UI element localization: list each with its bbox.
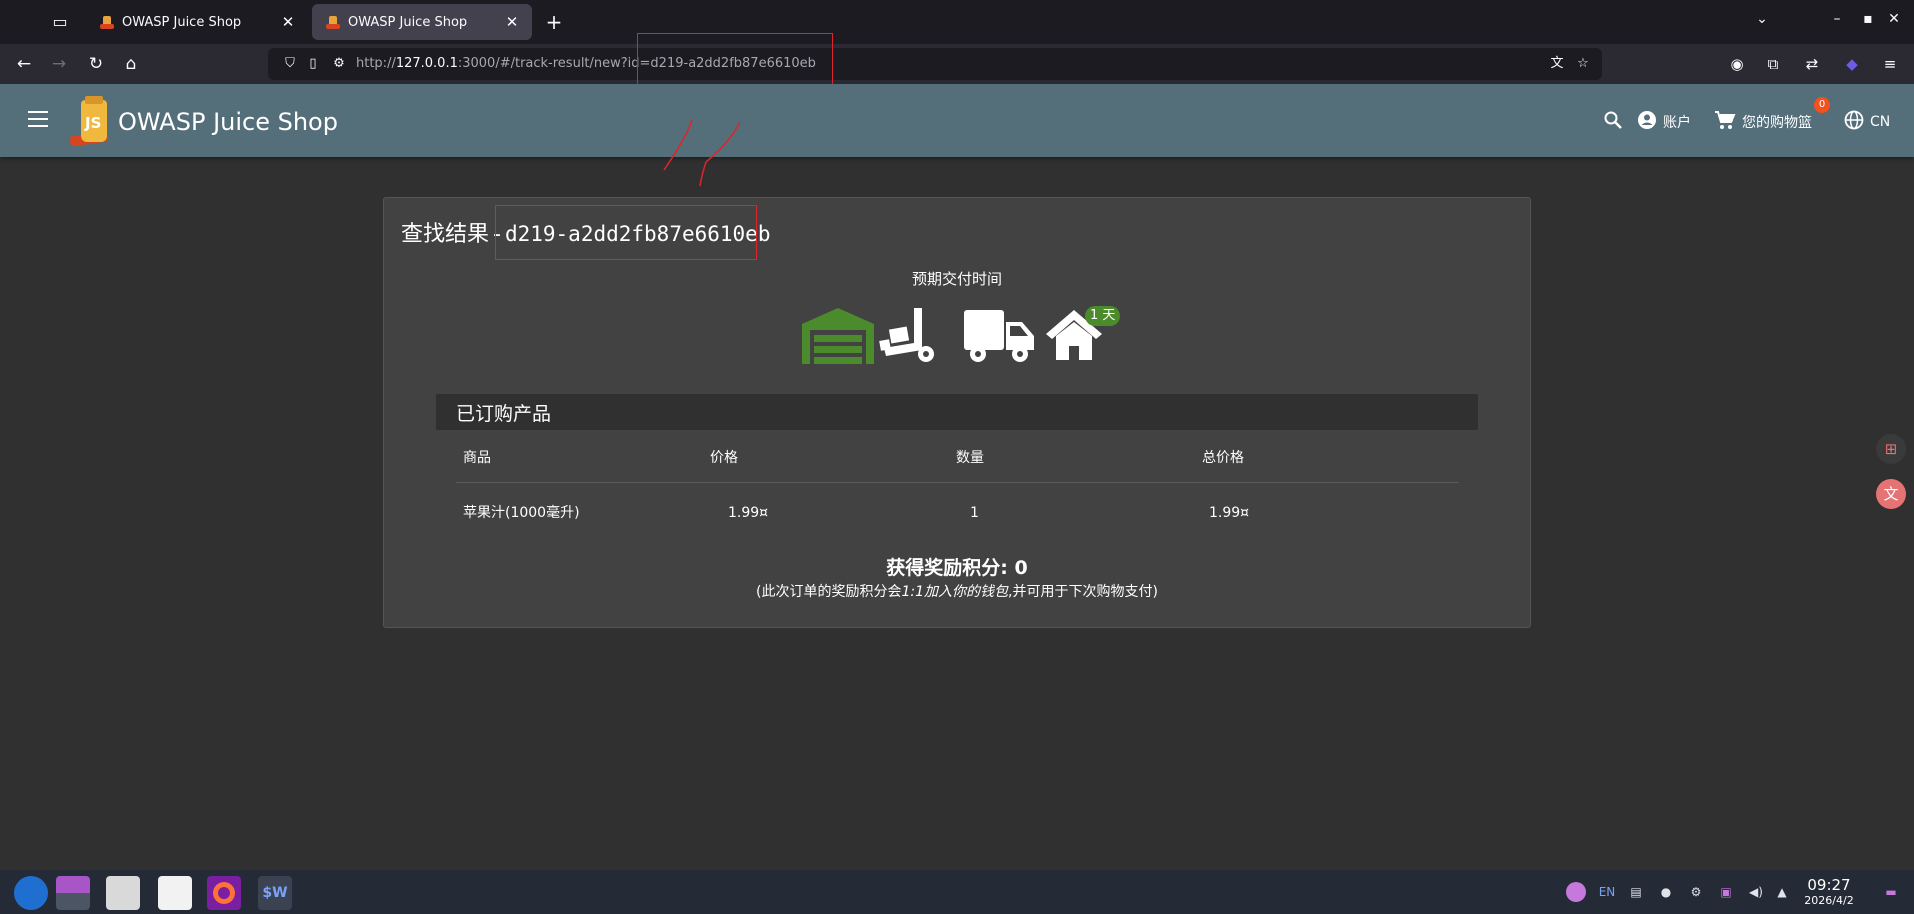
os-taskbar: $W EN ▤ ● ⚙ ▣ ◀) ▲ 09:27 2026/4/2 ▬ [0, 870, 1914, 914]
app-toolbar: JS OWASP Juice Shop 账户 您的购物篮 0 CN [0, 84, 1914, 157]
col-price: 价格 [710, 450, 738, 466]
clock-time: 09:27 [1807, 876, 1851, 894]
order-id-highlight-box [495, 205, 757, 260]
ordered-products-title: 已订购产品 [456, 403, 552, 425]
permissions-icon[interactable]: ⚙ [330, 55, 348, 73]
network-icon[interactable]: ▣ [1716, 882, 1736, 902]
firefox-icon[interactable] [207, 876, 241, 910]
language-button[interactable]: CN [1844, 110, 1890, 133]
floating-translate-icon[interactable]: 文 [1876, 479, 1906, 509]
minimize-button[interactable]: – [1827, 11, 1847, 27]
eta-label: 预期交付时间 [911, 270, 1002, 288]
juice-shop-favicon [100, 14, 114, 30]
juice-shop-logo[interactable]: JS [68, 96, 118, 148]
home-icon[interactable]: ⌂ [120, 53, 142, 75]
purple-extension-icon[interactable]: ◆ [1842, 54, 1862, 74]
dolly-icon [879, 308, 934, 362]
product-quantity: 1 [970, 505, 979, 521]
translate-icon[interactable]: 文 [1548, 55, 1566, 73]
search-icon [1603, 110, 1623, 133]
extensions-icon[interactable]: ⧉ [1763, 54, 1783, 74]
basket-count-badge: 0 [1814, 97, 1830, 113]
hamburger-menu-icon[interactable] [28, 111, 48, 127]
col-total: 总价格 [1202, 450, 1244, 466]
tray-cat-icon[interactable] [1566, 882, 1586, 902]
text-editor-icon[interactable] [158, 876, 192, 910]
basket-label: 您的购物篮 [1742, 114, 1812, 131]
close-tab-icon[interactable]: ✕ [280, 13, 296, 31]
bookmark-star-icon[interactable]: ☆ [1574, 55, 1592, 73]
tray-expand-icon[interactable]: ▲ [1774, 882, 1790, 902]
page-icon[interactable]: ▯ [304, 55, 322, 73]
browser-tab-2[interactable]: OWASP Juice Shop ✕ [312, 4, 532, 40]
bonus-note: (此次订单的奖励积分会1:1加入你的钱包,并可用于下次购物支付) [756, 584, 1158, 600]
clock-date: 2026/4/2 [1804, 894, 1854, 907]
volume-icon[interactable]: ◀) [1746, 882, 1766, 902]
menu-icon[interactable]: ≡ [1880, 54, 1900, 74]
app-title[interactable]: OWASP Juice Shop [118, 108, 338, 136]
tab-title: OWASP Juice Shop [122, 14, 242, 30]
eta-days-badge: 1 天 [1085, 306, 1121, 326]
product-total: 1.99¤ [1209, 505, 1250, 521]
col-quantity: 数量 [956, 450, 984, 466]
table-header-row: 商品 价格 数量 总价格 [456, 433, 1459, 483]
account-button[interactable]: 账户 [1637, 110, 1691, 133]
bonus-points: 获得奖励积分: 0 [886, 557, 1028, 579]
kali-menu-icon[interactable] [14, 876, 48, 910]
language-label: CN [1870, 113, 1891, 130]
tab-list-icon[interactable]: ▭ [47, 12, 73, 32]
clock[interactable]: 09:27 2026/4/2 [1798, 876, 1860, 908]
col-product: 商品 [463, 450, 491, 466]
keyboard-language[interactable]: EN [1596, 882, 1618, 902]
browser-tab-1[interactable]: OWASP Juice Shop ✕ [86, 4, 308, 40]
chevron-down-icon[interactable]: ⌄ [1752, 11, 1772, 27]
new-tab-button[interactable]: + [542, 10, 566, 34]
close-tab-icon[interactable]: ✕ [504, 13, 520, 31]
url-bar[interactable]: ⛉ ▯ ⚙ http://127.0.0.1:3000/#/track-resu… [268, 48, 1602, 80]
navigation-bar: ← → ↻ ⌂ ⛉ ▯ ⚙ http://127.0.0.1:3000/#/tr… [0, 44, 1914, 84]
table-row: 苹果汁(1000毫升) 1.99¤ 1 1.99¤ [456, 488, 1459, 538]
settings-icon[interactable]: ⚙ [1686, 882, 1706, 902]
file-manager-icon[interactable] [106, 876, 140, 910]
warehouse-icon [802, 308, 874, 364]
result-heading: 查找结果 [401, 222, 490, 247]
floating-apps-icon[interactable]: ⊞ [1876, 434, 1906, 464]
record-icon[interactable]: ● [1656, 882, 1676, 902]
back-arrow-icon[interactable]: ← [13, 53, 35, 75]
shopping-cart-icon [1714, 110, 1736, 133]
show-desktop-icon[interactable]: ▬ [1880, 882, 1902, 902]
globe-icon [1844, 110, 1864, 133]
close-window-button[interactable]: ✕ [1884, 11, 1904, 27]
forward-arrow-icon[interactable]: → [48, 53, 70, 75]
browser-tab-bar: ▭ OWASP Juice Shop ✕ OWASP Juice Shop ✕ … [0, 0, 1914, 44]
juice-shop-favicon [326, 14, 340, 30]
track-result-card: 查找结果 - d219-a2dd2fb87e6610eb 预期交付时间 1 天 … [383, 197, 1531, 628]
tab-title: OWASP Juice Shop [348, 14, 468, 30]
account-label: 账户 [1663, 114, 1691, 131]
reload-icon[interactable]: ↻ [85, 53, 107, 75]
account-circle-icon [1637, 110, 1657, 133]
maximize-button[interactable]: ▪ [1858, 11, 1878, 27]
account-circle-icon[interactable]: ◉ [1727, 54, 1747, 74]
product-price: 1.99¤ [728, 505, 769, 521]
search-button[interactable] [1603, 110, 1629, 133]
annotation-scribble [663, 119, 740, 187]
ordered-products-header: 已订购产品 [436, 394, 1478, 430]
truck-icon [964, 310, 1034, 362]
shield-icon[interactable]: ⛉ [281, 55, 299, 73]
delivery-stages [802, 308, 1102, 364]
workspace-switcher-icon[interactable] [56, 876, 90, 910]
clipboard-icon[interactable]: ▤ [1626, 882, 1646, 902]
terminal-icon[interactable]: $W [258, 876, 292, 910]
translate-extension-icon[interactable]: ⇄ [1802, 54, 1822, 74]
basket-button[interactable]: 您的购物篮 [1714, 110, 1812, 133]
product-name: 苹果汁(1000毫升) [463, 505, 580, 521]
